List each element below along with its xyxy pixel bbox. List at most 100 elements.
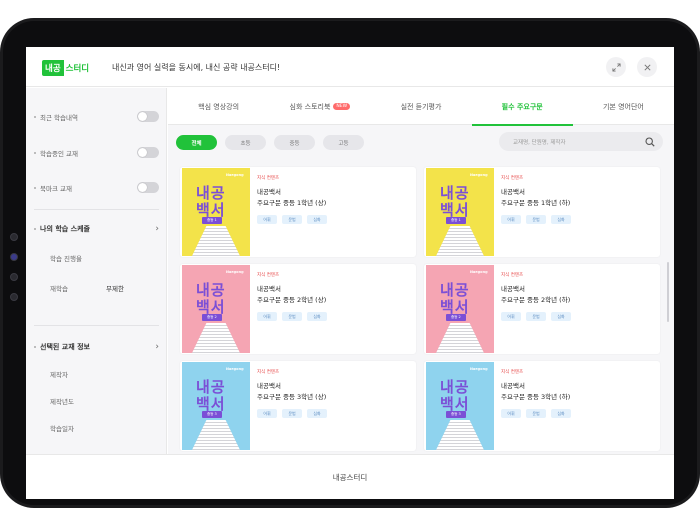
book-tag[interactable]: 어휘: [257, 215, 277, 224]
toggle-bookmarked-books[interactable]: 북마크 교재: [34, 182, 159, 193]
book-card[interactable]: Naegong 내공 백서 중등 1 지식 컨텐츠 내공백서 주요구문 중등 1…: [424, 167, 660, 257]
book-category: 지식 컨텐츠: [501, 176, 524, 181]
close-icon: [643, 63, 651, 71]
book-tag[interactable]: 문법: [282, 312, 302, 321]
book-tag[interactable]: 문법: [526, 215, 546, 224]
book-cover[interactable]: Naegong 내공 백서 중등 2: [426, 265, 494, 353]
book-info-year: 제작년도: [50, 398, 74, 406]
schedule-restudy: 재학습 무제한: [50, 283, 124, 293]
schedule-title: 나의 학습 스케줄: [40, 225, 90, 233]
book-card[interactable]: Naegong 내공 백서 중등 3 지식 컨텐츠 내공백서 주요구문 중등 3…: [180, 361, 416, 451]
search-input[interactable]: 교재명, 단원명, 제작자: [499, 132, 663, 151]
book-tag[interactable]: 심화: [307, 409, 327, 418]
book-category: 지식 컨텐츠: [257, 273, 280, 278]
filter-middle[interactable]: 중등: [274, 135, 315, 150]
book-tag[interactable]: 문법: [526, 409, 546, 418]
new-badge: NEW: [333, 103, 351, 110]
tab-basic-words[interactable]: 기본 영어단어: [573, 88, 674, 125]
app-logo[interactable]: 내공 스터디: [42, 60, 91, 76]
book-title-line2: 주요구문 중등 3학년 (상): [257, 393, 327, 401]
cover-grade: 중등 2: [446, 314, 466, 321]
expand-button[interactable]: [606, 57, 626, 77]
book-category: 지식 컨텐츠: [501, 273, 524, 278]
schedule-header[interactable]: 나의 학습 스케줄 ›: [34, 224, 159, 234]
book-cover[interactable]: Naegong 내공 백서 중등 3: [182, 362, 250, 450]
book-tag[interactable]: 문법: [526, 312, 546, 321]
stairs-illustration: [192, 420, 240, 450]
book-title-line1: 내공백서: [501, 188, 525, 196]
sensor-dot-icon: [10, 293, 18, 301]
cover-brand: Naegong: [470, 173, 488, 177]
book-cover[interactable]: Naegong 내공 백서 중등 1: [182, 168, 250, 256]
camera-lens-icon: [10, 253, 18, 261]
book-tag[interactable]: 심화: [551, 215, 571, 224]
sensor-dot-icon: [10, 273, 18, 281]
tab-key-phrases[interactable]: 필수 주요구문: [471, 88, 574, 126]
tab-lecture-video[interactable]: 핵심 영상강의: [168, 88, 269, 125]
book-title-line2: 주요구문 중등 2학년 (하): [501, 296, 571, 304]
book-card[interactable]: Naegong 내공 백서 중등 1 지식 컨텐츠 내공백서 주요구문 중등 1…: [180, 167, 416, 257]
filter-all[interactable]: 전체: [176, 135, 217, 150]
main-content: 핵심 영상강의 심화 스토리북 NEW 실전 듣기평가 필수 주요구문 기본 영어…: [168, 88, 674, 454]
book-tag[interactable]: 어휘: [257, 409, 277, 418]
tab-label: 심화 스토리북: [289, 102, 331, 111]
toggle-switch[interactable]: [137, 111, 159, 122]
book-title-line2: 주요구문 중등 1학년 (하): [501, 199, 571, 207]
book-tag[interactable]: 문법: [282, 215, 302, 224]
toggle-label: 최근 학습내역: [40, 113, 78, 122]
logo-part2: 스터디: [65, 64, 90, 74]
book-info-header[interactable]: 선택된 교재 정보 ›: [34, 342, 159, 352]
book-title-line1: 내공백서: [257, 382, 281, 390]
book-tags: 어휘 문법 심화: [501, 409, 651, 418]
tab-label: 핵심 영상강의: [198, 102, 240, 111]
book-title-line1: 내공백서: [501, 382, 525, 390]
book-tag[interactable]: 어휘: [257, 312, 277, 321]
toggle-recent-history[interactable]: 최근 학습내역: [34, 111, 159, 122]
book-tag[interactable]: 문법: [282, 409, 302, 418]
book-tag[interactable]: 어휘: [501, 312, 521, 321]
divider: [34, 209, 159, 210]
toggle-studying-books[interactable]: 학습중인 교재: [34, 147, 159, 158]
book-info: 지식 컨텐츠 내공백서 주요구문 중등 1학년 (하) 어휘 문법 심화: [501, 175, 651, 224]
bullet-dot: [34, 186, 36, 189]
book-tag[interactable]: 심화: [307, 215, 327, 224]
book-tag[interactable]: 어휘: [501, 215, 521, 224]
app-screen: 내공 스터디 내신과 영어 실력을 동시에, 내신 공략 내공스터디! 최근 학…: [26, 47, 674, 499]
book-card[interactable]: Naegong 내공 백서 중등 2 지식 컨텐츠 내공백서 주요구문 중등 2…: [180, 264, 416, 354]
close-button[interactable]: [637, 57, 657, 77]
bullet-dot: [34, 228, 36, 230]
cover-grade: 중등 3: [202, 411, 222, 418]
book-tags: 어휘 문법 심화: [257, 409, 407, 418]
book-title-line2: 주요구문 중등 1학년 (상): [257, 199, 327, 207]
filter-high[interactable]: 고등: [323, 135, 364, 150]
book-info-date: 학습일자: [50, 425, 74, 433]
search-icon[interactable]: [645, 136, 655, 147]
cover-grade: 중등 1: [202, 217, 222, 224]
book-tag[interactable]: 심화: [551, 312, 571, 321]
book-tag[interactable]: 어휘: [501, 409, 521, 418]
book-cover[interactable]: Naegong 내공 백서 중등 1: [426, 168, 494, 256]
book-info: 지식 컨텐츠 내공백서 주요구문 중등 1학년 (상) 어휘 문법 심화: [257, 175, 407, 224]
book-info-maker: 제작자: [50, 371, 68, 379]
book-card[interactable]: Naegong 내공 백서 중등 2 지식 컨텐츠 내공백서 주요구문 중등 2…: [424, 264, 660, 354]
filter-elementary[interactable]: 초등: [225, 135, 266, 150]
book-title-line2: 주요구문 중등 3학년 (하): [501, 393, 571, 401]
book-title-line1: 내공백서: [257, 188, 281, 196]
toggle-label: 북마크 교재: [40, 184, 72, 193]
chevron-right-icon: ›: [155, 224, 159, 234]
book-tag[interactable]: 심화: [551, 409, 571, 418]
tab-story-book[interactable]: 심화 스토리북 NEW: [269, 88, 370, 125]
tab-listening-test[interactable]: 실전 듣기평가: [370, 88, 471, 125]
book-tag[interactable]: 심화: [307, 312, 327, 321]
level-filters: 전체 초등 중등 고등: [176, 135, 364, 150]
toggle-switch[interactable]: [137, 182, 159, 193]
book-cover[interactable]: Naegong 내공 백서 중등 2: [182, 265, 250, 353]
toggle-switch[interactable]: [137, 147, 159, 158]
book-card[interactable]: Naegong 내공 백서 중등 3 지식 컨텐츠 내공백서 주요구문 중등 3…: [424, 361, 660, 451]
book-cover[interactable]: Naegong 내공 백서 중등 3: [426, 362, 494, 450]
stairs-illustration: [436, 323, 484, 353]
top-bar: 내공 스터디 내신과 영어 실력을 동시에, 내신 공략 내공스터디!: [26, 47, 674, 87]
tab-label: 필수 주요구문: [501, 102, 543, 111]
tab-bar: 핵심 영상강의 심화 스토리북 NEW 실전 듣기평가 필수 주요구문 기본 영어…: [168, 88, 674, 126]
scrollbar[interactable]: [667, 262, 669, 322]
